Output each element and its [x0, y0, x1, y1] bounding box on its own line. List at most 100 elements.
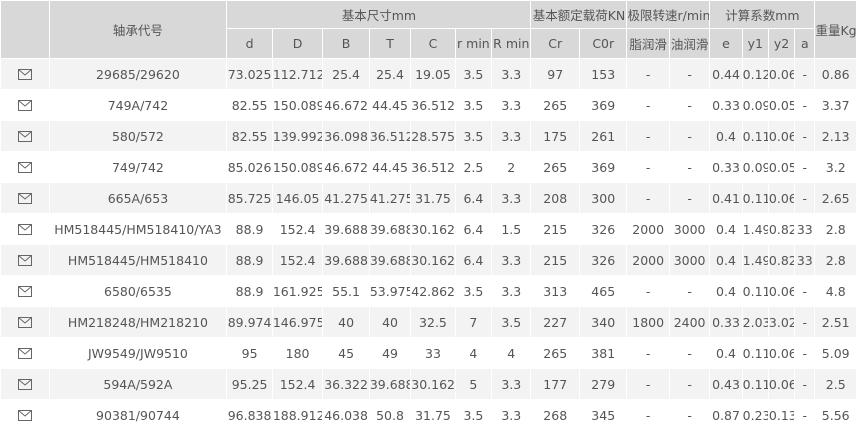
subheader-cell: C	[410, 28, 456, 59]
table-cell: 0.11	[741, 182, 769, 214]
table-cell: 1.5	[491, 213, 532, 245]
table-cell: 30.162	[410, 368, 456, 400]
table-cell: 227	[530, 306, 580, 338]
header-calc: 计算系数mm	[709, 0, 816, 29]
mail-icon[interactable]	[0, 337, 50, 369]
mail-icon[interactable]	[0, 368, 50, 400]
table-cell: -	[668, 151, 711, 183]
table-cell: 36.512	[410, 89, 456, 121]
table-cell: 50.8	[368, 399, 412, 431]
table-row: HM518445/HM518410 88.9 152.4 39.688 39.688 30…	[0, 244, 857, 276]
table-cell: 45	[322, 337, 370, 369]
table-cell: 31.75	[410, 182, 456, 214]
table-cell: 180	[271, 337, 324, 369]
mail-icon[interactable]	[0, 213, 50, 245]
table-cell: 300	[578, 182, 628, 214]
table-cell: -	[626, 89, 670, 121]
table-cell: 3.5	[454, 120, 493, 152]
table-cell: 40	[368, 306, 412, 338]
table-row: 749A/742 82.55 150.089 46.672 44.45 36.512 3.5…	[0, 89, 857, 121]
table-cell: 30.162	[410, 213, 456, 245]
table-cell: 261	[578, 120, 628, 152]
mail-icon[interactable]	[0, 275, 50, 307]
table-row: 665A/653 85.725 146.05 41.275 41.275 31.75 6.4…	[0, 182, 857, 214]
mail-icon[interactable]	[0, 151, 50, 183]
table-cell: 3.3	[491, 89, 532, 121]
table-cell: 279	[578, 368, 628, 400]
table-cell: 161.925	[271, 275, 324, 307]
table-cell: 7	[454, 306, 493, 338]
table-cell: 0.05	[767, 89, 796, 121]
table-cell: 3000	[668, 213, 711, 245]
mail-icon[interactable]	[0, 399, 50, 431]
subheader-cell: D	[271, 28, 324, 59]
table-cell: 46.672	[322, 151, 370, 183]
table-cell: 5.56	[814, 399, 857, 431]
table-cell: 208	[530, 182, 580, 214]
table-cell: 36.512	[410, 151, 456, 183]
table-cell: 33	[794, 244, 816, 276]
table-cell: 6.4	[454, 213, 493, 245]
table-cell: 0.06	[767, 182, 796, 214]
bearing-table: 轴承代号 基本尺寸mm 基本额定载荷KN 极限转速r/min 计算系数mm 重量…	[0, 0, 857, 431]
table-cell: 0.33	[709, 151, 743, 183]
subheader-cell: y2	[767, 28, 796, 59]
subheader-cell: T	[368, 28, 412, 59]
table-cell: 1.49	[741, 213, 769, 245]
table-cell: 4	[454, 337, 493, 369]
table-cell: 0.09	[741, 89, 769, 121]
table-row: HM218248/HM218210 89.974 146.975 40 40 32.5 7 3…	[0, 306, 857, 338]
mail-icon[interactable]	[0, 89, 50, 121]
mail-icon[interactable]	[0, 182, 50, 214]
table-cell: -	[626, 151, 670, 183]
table-cell: -	[668, 182, 711, 214]
table-cell: -	[794, 368, 816, 400]
subheader-cell: 脂润滑	[626, 28, 670, 59]
table-cell: 153	[578, 58, 628, 90]
table-cell: 49	[368, 337, 412, 369]
table-cell: 33	[794, 213, 816, 245]
table-cell: 0.11	[741, 275, 769, 307]
table-cell: 0.4	[709, 337, 743, 369]
subheader-cell: r min	[454, 28, 493, 59]
header-icon-col	[0, 0, 50, 59]
table-cell: 2	[491, 151, 532, 183]
table-cell: -	[668, 368, 711, 400]
table-cell: 39.688	[368, 368, 412, 400]
mail-icon[interactable]	[0, 306, 50, 338]
table-cell: -	[626, 120, 670, 152]
table-cell: 5	[454, 368, 493, 400]
table-cell: 5.09	[814, 337, 857, 369]
table-cell: -	[794, 120, 816, 152]
table-cell: 0.4	[709, 213, 743, 245]
table-cell: 177	[530, 368, 580, 400]
bearing-code-cell: HM518445/HM518410/YA3	[48, 213, 228, 245]
table-cell: 33	[410, 337, 456, 369]
table-cell: 0.4	[709, 244, 743, 276]
table-cell: 30.162	[410, 244, 456, 276]
table-cell: 55.1	[322, 275, 370, 307]
mail-icon[interactable]	[0, 244, 50, 276]
table-cell: 215	[530, 244, 580, 276]
header-weight: 重量Kg	[814, 0, 857, 59]
table-cell: -	[794, 275, 816, 307]
table-cell: 39.688	[368, 213, 412, 245]
table-cell: 28.575	[410, 120, 456, 152]
table-cell: -	[626, 337, 670, 369]
table-cell: 340	[578, 306, 628, 338]
table-cell: 25.4	[322, 58, 370, 90]
table-cell: 2.8	[814, 244, 857, 276]
bearing-code-cell: 594A/592A	[48, 368, 228, 400]
table-cell: -	[794, 337, 816, 369]
table-cell: 465	[578, 275, 628, 307]
table-row: HM518445/HM518410/YA3 88.9 152.4 39.688 39.6…	[0, 213, 857, 245]
table-cell: 175	[530, 120, 580, 152]
mail-icon[interactable]	[0, 120, 50, 152]
table-cell: -	[794, 306, 816, 338]
mail-icon[interactable]	[0, 58, 50, 90]
table-cell: 0.44	[709, 58, 743, 90]
table-cell: 85.026	[226, 151, 273, 183]
bearing-code-cell: 749/742	[48, 151, 228, 183]
table-cell: 36.512	[368, 120, 412, 152]
table-cell: 25.4	[368, 58, 412, 90]
